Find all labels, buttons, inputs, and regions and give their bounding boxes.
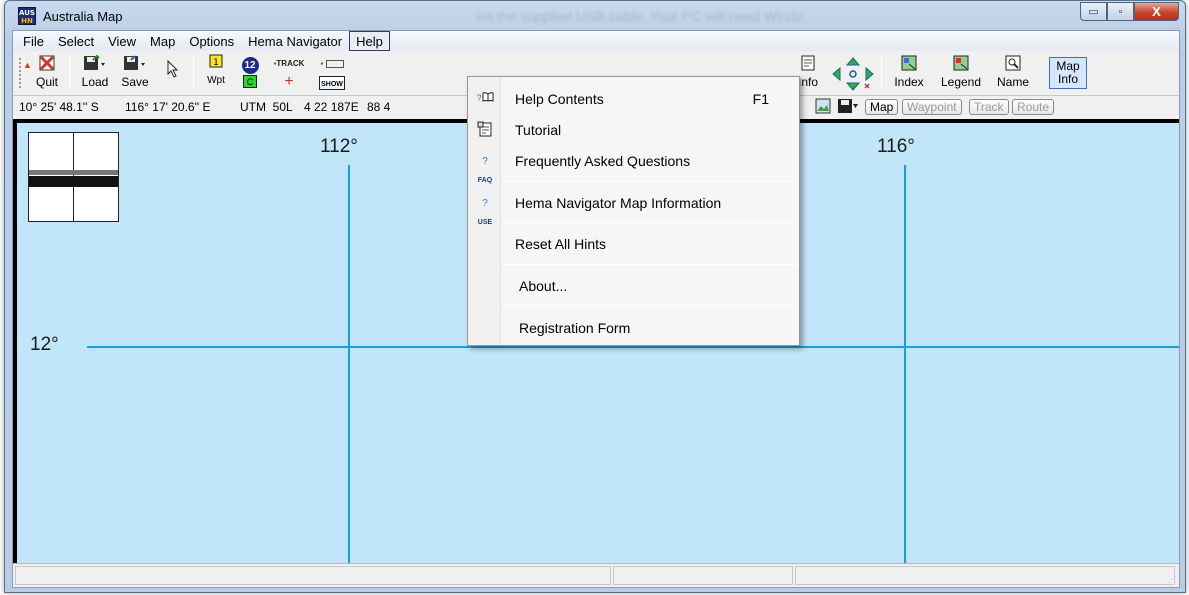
status-cell-main [15,566,611,585]
route-mode-button[interactable]: Route [1012,99,1055,115]
overview-band-dark [29,176,118,187]
legend-icon [937,54,985,74]
menu-separator [503,222,797,223]
minimize-icon: ▭ [1088,6,1099,18]
toolbar-separator [193,56,194,90]
menu-options[interactable]: Options [182,31,241,51]
menu-separator [503,305,797,306]
status-cell-2 [613,566,793,585]
status-bar: ⋰ [13,563,1179,587]
faq-icon: ?FAQ [477,156,493,184]
northing-readout: 88 4 [367,100,391,114]
toolbar-separator [69,56,70,90]
toolbar-separator [881,56,882,90]
overview-band-light [29,170,118,175]
longitude-label-116: 116° [877,136,915,157]
track-tool-button[interactable]: ▪TRACK + [269,54,309,90]
overview-map[interactable] [28,132,119,222]
latitude-label-12: 12° [30,334,59,355]
index-map-icon [889,54,929,74]
svg-text:1: 1 [213,58,219,68]
map-mode-button[interactable]: Map [865,99,899,115]
menu-bar: File Select View Map Options Hema Naviga… [13,31,1179,51]
load-disk-icon [77,54,113,74]
menu-view[interactable]: View [101,31,143,51]
utm-zone-readout: UTM 50L [240,100,293,114]
longitude-gridline-112 [348,165,350,564]
help-menu-dropdown: ? Help Contents F1 Tutorial ?FAQ Frequen… [467,76,800,346]
load-button[interactable]: Load [77,54,113,89]
numbered-marker-icon: 12 [237,54,263,74]
waypoint-number-button[interactable]: 12 C [237,54,263,88]
longitude-readout: 116° 17' 20.6'' E [125,100,211,114]
menu-help[interactable]: Help [349,31,390,51]
minimize-button[interactable]: ▭ [1080,2,1107,21]
show-icon: SHOW [315,75,349,90]
maximize-button[interactable]: ▫ [1107,2,1134,21]
menu-file[interactable]: File [16,31,51,51]
latitude-readout: 10° 25' 48.1'' S [19,100,99,114]
save-disk-icon [117,54,153,74]
picture-save-icon[interactable] [815,98,831,117]
menu-separator [503,181,797,182]
close-button[interactable]: X [1134,2,1179,21]
map-info-toggle[interactable]: Map Info [1049,57,1087,89]
menu-map[interactable]: Map [143,31,182,51]
easting-readout: 4 22 187E [304,100,359,114]
waypoint-label-c: C [243,75,257,88]
up-arrow-icon: ▲ [23,60,32,70]
waypoint-mode-button[interactable]: Waypoint [902,99,962,115]
menu-item-map-information[interactable]: ?USE Hema Navigator Map Information [468,189,799,226]
app-logo-icon: AUS HN [18,7,36,25]
status-cell-3 [795,566,1175,585]
menu-item-tutorial[interactable]: Tutorial [468,116,799,142]
save-view-icon[interactable] [837,98,859,117]
show-track-icon: ▪ [315,54,349,74]
menu-select[interactable]: Select [51,31,101,51]
name-search-icon [993,54,1033,74]
maximize-icon: ▫ [1118,5,1123,18]
menu-item-about[interactable]: About... [468,272,799,298]
menu-separator [503,264,797,265]
index-button[interactable]: Index [889,54,929,89]
quit-button[interactable]: Quit [32,54,62,89]
title-bar[interactable]: AUS HN Australia Map via the supplied USB… [5,1,1185,31]
resize-grip-icon[interactable]: ⋰ [1168,575,1176,584]
window-title: Australia Map [43,9,123,24]
cursor-arrow-icon [163,59,183,80]
quit-icon [32,54,62,74]
latitude-gridline-12 [87,346,1179,348]
use-icon: ?USE [477,198,493,226]
menu-item-faq[interactable]: ?FAQ Frequently Asked Questions [468,147,799,184]
waypoint-flag-icon: 1 [201,54,231,74]
tutorial-icon [476,121,494,137]
pan-control[interactable] [831,56,875,95]
help-book-icon: ? [476,90,494,106]
add-track-icon: + [284,73,294,90]
longitude-gridline-116 [904,165,906,564]
info-document-icon [795,54,821,74]
legend-button[interactable]: Legend [937,54,985,89]
pan-arrows-icon [832,57,874,91]
background-window-text: via the supplied USB cable. Your PC will… [475,8,804,24]
longitude-label-112: 112° [320,136,358,157]
track-mode-button[interactable]: Track [969,99,1009,115]
save-button[interactable]: Save [117,54,153,89]
close-icon: X [1152,4,1161,19]
window-controls: ▭ ▫ X [1080,2,1179,21]
track-icon: ▪TRACK [273,59,305,68]
waypoint-tool-button[interactable]: 1 Wpt [201,54,231,86]
pointer-tool-button[interactable] [163,59,183,80]
show-track-button[interactable]: ▪ SHOW [315,54,349,90]
menu-item-reset-hints[interactable]: Reset All Hints [468,230,799,256]
menu-item-help-contents[interactable]: ? Help Contents F1 [468,85,799,111]
menu-item-registration-form[interactable]: Registration Form [468,314,799,340]
name-search-button[interactable]: Name [993,54,1033,89]
menu-hema-navigator[interactable]: Hema Navigator [241,31,349,51]
